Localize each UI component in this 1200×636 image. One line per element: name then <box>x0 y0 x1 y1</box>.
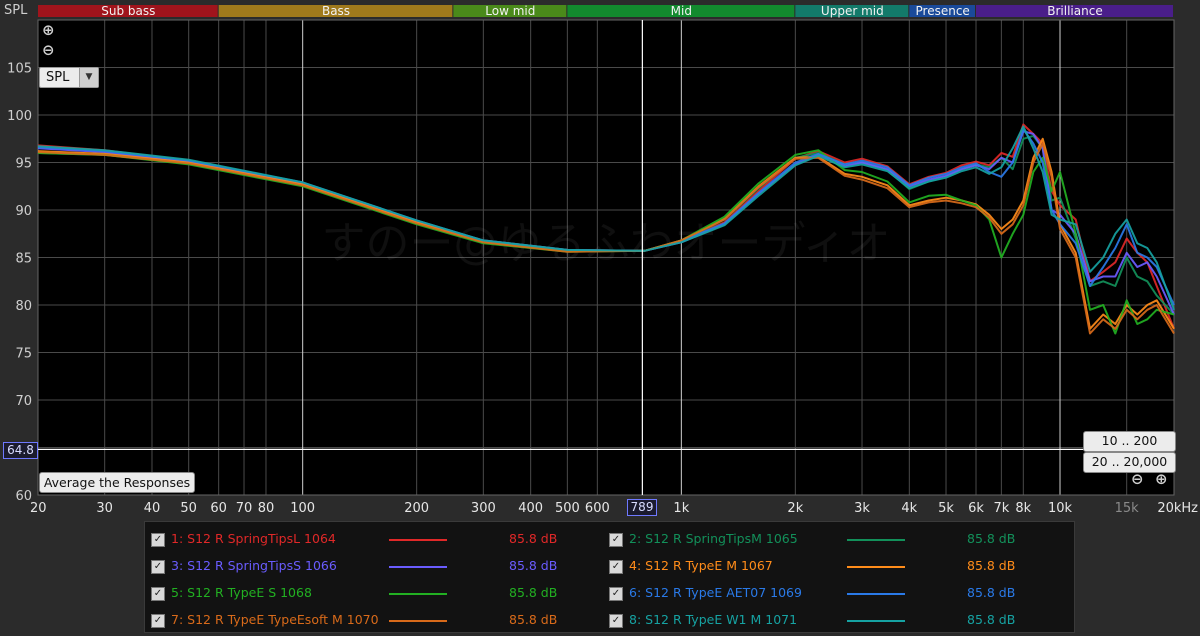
x-tick-label: 30 <box>96 501 113 516</box>
checkbox[interactable]: ✓ <box>609 533 623 547</box>
x-tick-label: 6k <box>968 501 984 516</box>
legend-swatch <box>847 593 905 595</box>
spl-select-value: SPL <box>46 70 70 85</box>
x-tick-label: 50 <box>180 501 197 516</box>
frequency-response-chart[interactable]: Sub bass Bass Low mid Mid Upper mid Presence B… <box>0 0 1200 520</box>
legend-label: 7: S12 R TypeE TypeEsoft M 1070 <box>171 612 379 627</box>
x-tick-label: 20kHz <box>1157 501 1198 516</box>
legend-label: 1: S12 R SpringTipsL 1064 <box>171 531 336 546</box>
legend-row[interactable]: ✓ 3: S12 R SpringTipsS 1066 85.8 dB <box>151 556 591 578</box>
chevron-down-icon: ▼ <box>79 68 98 87</box>
x-tick-label: 40 <box>144 501 161 516</box>
legend-row[interactable]: ✓ 1: S12 R SpringTipsL 1064 85.8 dB <box>151 529 591 551</box>
legend-value: 85.8 dB <box>509 558 558 573</box>
legend-value: 85.8 dB <box>509 585 558 600</box>
legend-swatch <box>847 620 905 622</box>
band-label: Presence <box>916 4 970 18</box>
legend-row[interactable]: ✓ 4: S12 R TypeE M 1067 85.8 dB <box>609 556 1049 578</box>
legend-value: 85.8 dB <box>967 612 1016 627</box>
legend-row[interactable]: ✓ 6: S12 R TypeE AET07 1069 85.8 dB <box>609 583 1049 605</box>
spl-select[interactable]: SPL ▼ <box>39 67 99 88</box>
x-tick-label: 4k <box>901 501 917 516</box>
legend-label: 8: S12 R TypeE W1 M 1071 <box>629 612 798 627</box>
checkbox[interactable]: ✓ <box>151 533 165 547</box>
legend-swatch <box>389 566 447 568</box>
y-axis-ticks: 6065707580859095100105 <box>7 62 32 505</box>
band-label: Upper mid <box>821 4 884 18</box>
cursor-level-readout: 64.8 <box>3 442 38 459</box>
x-tick-label: 7k <box>993 501 1009 516</box>
band-label: Bass <box>322 4 350 18</box>
legend-value: 85.8 dB <box>509 531 558 546</box>
x-tick-label: 8k <box>1015 501 1031 516</box>
band-label: Sub bass <box>101 4 155 18</box>
x-axis-ticks: 20 30 40 50 60 70 80 100 200 300 400 500 600 1k 2k 3k 4k… <box>30 501 1198 516</box>
cursor-frequency-readout: 789 <box>627 499 657 516</box>
y-tick-label: 105 <box>7 62 32 77</box>
average-responses-button[interactable]: Average the Responses <box>39 472 195 493</box>
x-tick-label: 70 <box>236 501 253 516</box>
zoom-in-horizontal-icon[interactable]: ⊕ <box>1155 472 1168 487</box>
x-tick-label: 100 <box>290 501 315 516</box>
x-tick-label: 15k <box>1115 501 1140 516</box>
legend-swatch <box>389 620 447 622</box>
band-label: Low mid <box>485 4 535 18</box>
x-tick-label: 200 <box>404 501 429 516</box>
legend-label: 4: S12 R TypeE M 1067 <box>629 558 773 573</box>
band-label: Brilliance <box>1047 4 1102 18</box>
legend-swatch <box>389 593 447 595</box>
legend-value: 85.8 dB <box>509 612 558 627</box>
checkbox[interactable]: ✓ <box>609 614 623 628</box>
y-tick-label: 85 <box>15 252 32 267</box>
watermark: すのー@ゆるふわオーディオ <box>322 218 891 269</box>
x-tick-label: 80 <box>258 501 275 516</box>
y-tick-label: 90 <box>15 204 32 219</box>
checkbox[interactable]: ✓ <box>151 614 165 628</box>
legend-value: 85.8 dB <box>967 585 1016 600</box>
y-tick-label: 95 <box>15 157 32 172</box>
x-tick-label: 500 <box>555 501 580 516</box>
y-tick-label: 75 <box>15 347 32 362</box>
legend-label: 2: S12 R SpringTipsM 1065 <box>629 531 798 546</box>
checkbox[interactable]: ✓ <box>609 560 623 574</box>
legend-row[interactable]: ✓ 5: S12 R TypeE S 1068 85.8 dB <box>151 583 591 605</box>
band-label: Mid <box>671 4 692 18</box>
zoom-out-icon[interactable]: ⊖ <box>42 43 55 58</box>
x-tick-label: 10k <box>1048 501 1073 516</box>
x-tick-label: 1k <box>673 501 689 516</box>
y-tick-label: 100 <box>7 109 32 124</box>
checkbox[interactable]: ✓ <box>151 560 165 574</box>
legend-label: 3: S12 R SpringTipsS 1066 <box>171 558 337 573</box>
legend-row[interactable]: ✓ 8: S12 R TypeE W1 M 1071 85.8 dB <box>609 610 1049 632</box>
x-tick-label: 600 <box>585 501 610 516</box>
legend-label: 6: S12 R TypeE AET07 1069 <box>629 585 802 600</box>
legend-swatch <box>847 566 905 568</box>
frequency-bands: Sub bass Bass Low mid Mid Upper mid Presence B… <box>38 4 1173 18</box>
range-10-200-button[interactable]: 10 .. 200 <box>1083 431 1176 452</box>
legend-value: 85.8 dB <box>967 558 1016 573</box>
legend-row[interactable]: ✓ 2: S12 R SpringTipsM 1065 85.8 dB <box>609 529 1049 551</box>
checkbox[interactable]: ✓ <box>151 587 165 601</box>
y-tick-label: 70 <box>15 394 32 409</box>
y-axis-title: SPL <box>4 3 28 18</box>
legend-swatch <box>847 539 905 541</box>
x-tick-label: 5k <box>938 501 954 516</box>
legend-value: 85.8 dB <box>967 531 1016 546</box>
legend-row[interactable]: ✓ 7: S12 R TypeE TypeEsoft M 1070 85.8 d… <box>151 610 591 632</box>
legend-label: 5: S12 R TypeE S 1068 <box>171 585 312 600</box>
legend-panel: ✓ 1: S12 R SpringTipsL 1064 85.8 dB ✓ 3:… <box>144 521 1075 633</box>
legend-swatch <box>389 539 447 541</box>
x-tick-label: 400 <box>518 501 543 516</box>
x-tick-label: 2k <box>787 501 803 516</box>
x-tick-label: 3k <box>854 501 870 516</box>
x-tick-label: 20 <box>30 501 47 516</box>
x-tick-label: 300 <box>471 501 496 516</box>
zoom-in-icon[interactable]: ⊕ <box>42 23 55 38</box>
x-tick-label: 60 <box>210 501 227 516</box>
zoom-out-horizontal-icon[interactable]: ⊖ <box>1131 472 1144 487</box>
checkbox[interactable]: ✓ <box>609 587 623 601</box>
y-tick-label: 80 <box>15 299 32 314</box>
